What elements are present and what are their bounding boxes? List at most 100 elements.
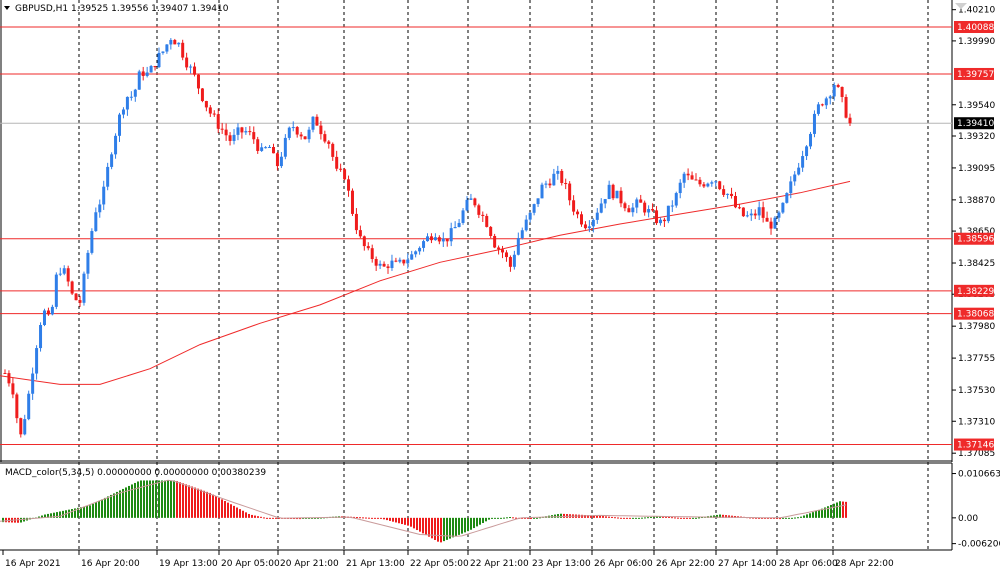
macd-bar: [674, 517, 676, 519]
candle-body: [157, 52, 161, 68]
candle-body: [643, 202, 647, 213]
candle-body: [741, 207, 745, 217]
candle-body: [185, 57, 189, 68]
candle-body: [145, 72, 149, 76]
horizontal-levels[interactable]: [0, 26, 952, 446]
macd-bar: [413, 517, 415, 529]
candle-body: [398, 259, 402, 262]
time-tick-label: 16 Apr 20:00: [81, 559, 140, 569]
candle-body: [639, 199, 643, 203]
macd-tick-label: 0.00: [958, 514, 978, 524]
candle-body: [39, 325, 43, 349]
candle-body: [366, 246, 370, 249]
price-tick-label: 1.40210: [958, 6, 995, 16]
macd-bar: [602, 516, 604, 518]
candle-body: [133, 89, 137, 97]
candle-body: [512, 254, 516, 267]
macd-bar: [608, 516, 610, 518]
candle-body: [299, 134, 303, 137]
chart-title: GBPUSD,H1 1.39525 1.39556 1.39407 1.3941…: [15, 4, 229, 14]
candle-body: [473, 198, 477, 206]
candle-body: [303, 136, 307, 140]
macd-bar: [554, 514, 556, 518]
candle-body: [820, 104, 824, 106]
candle-body: [350, 190, 354, 214]
macd-bar: [269, 517, 271, 519]
macd-bar: [809, 513, 811, 518]
candle-body: [698, 179, 702, 185]
candle-body: [433, 237, 437, 241]
macd-bar: [416, 517, 418, 531]
candle-body: [682, 173, 686, 183]
macd-bar: [641, 517, 643, 519]
gbpusd-chart[interactable]: 1.40210 1.39990 1.39540 1.39320 1.39095 1.388…: [0, 0, 1000, 578]
macd-bar: [479, 517, 481, 525]
macd-bar: [200, 489, 202, 518]
candle-body: [42, 310, 46, 326]
candle-body: [275, 153, 279, 167]
candle-body: [256, 139, 260, 151]
macd-bar: [599, 515, 601, 518]
macd-bar: [500, 517, 502, 519]
candle-body: [390, 260, 394, 269]
candle-body: [260, 147, 264, 151]
macd-bar: [161, 480, 163, 518]
macd-bar: [557, 514, 559, 518]
candle-body: [141, 71, 145, 76]
candle-body: [844, 96, 848, 118]
macd-bar: [113, 493, 115, 518]
macd-bar: [470, 517, 472, 530]
candle-body: [453, 227, 457, 229]
candle-body: [718, 181, 722, 190]
dropdown-triangle-icon[interactable]: [4, 6, 10, 10]
candle-body: [169, 39, 173, 45]
candle-body: [378, 263, 382, 266]
candle-body: [410, 254, 414, 260]
macd-bar: [20, 517, 22, 523]
candle-body: [501, 249, 505, 253]
candle-body: [347, 179, 351, 191]
macd-bar: [98, 500, 100, 518]
macd-bar: [215, 496, 217, 518]
symbol-menu[interactable]: GBPUSD,H1 1.39525 1.39556 1.39407 1.3941…: [4, 4, 229, 14]
candle-body: [11, 383, 15, 395]
price-tick-label: 1.39320: [958, 132, 995, 142]
candle-body: [161, 51, 165, 53]
candle-body: [19, 418, 23, 435]
candle-body: [560, 170, 564, 184]
macd-bar: [560, 513, 562, 518]
time-axis: 16 Apr 2021 16 Apr 20:00 19 Apr 13:00 20 Ap…: [2, 550, 894, 569]
candle-body: [287, 127, 291, 138]
candle-body: [315, 116, 319, 126]
candle-body: [583, 224, 587, 229]
candle-body: [177, 42, 181, 45]
macd-bar: [800, 516, 802, 518]
macd-bar: [683, 517, 685, 519]
candle-body: [757, 207, 761, 216]
macd-bar: [110, 494, 112, 518]
macd-bar: [257, 516, 259, 518]
candle-body: [240, 127, 244, 133]
macd-bar: [473, 517, 475, 529]
candle-body: [441, 238, 445, 242]
macd-bar: [785, 517, 787, 519]
candle-body: [437, 237, 441, 242]
candle-body: [540, 184, 544, 199]
macd-bar: [254, 515, 256, 518]
macd-bar: [17, 517, 19, 523]
candle-body: [327, 141, 331, 144]
macd-bar: [509, 517, 511, 519]
candle-body: [651, 209, 655, 211]
candle-body: [212, 113, 216, 115]
macd-bar: [488, 517, 490, 520]
candle-body: [78, 300, 82, 303]
candle-body: [595, 212, 599, 220]
macd-bar: [239, 509, 241, 518]
macd-bar: [410, 517, 412, 527]
macd-bar: [71, 509, 73, 518]
macd-bar: [380, 517, 382, 519]
candle-body: [46, 310, 50, 315]
candle-body: [520, 230, 524, 239]
macd-bar: [155, 480, 157, 518]
candle-body: [331, 143, 335, 157]
